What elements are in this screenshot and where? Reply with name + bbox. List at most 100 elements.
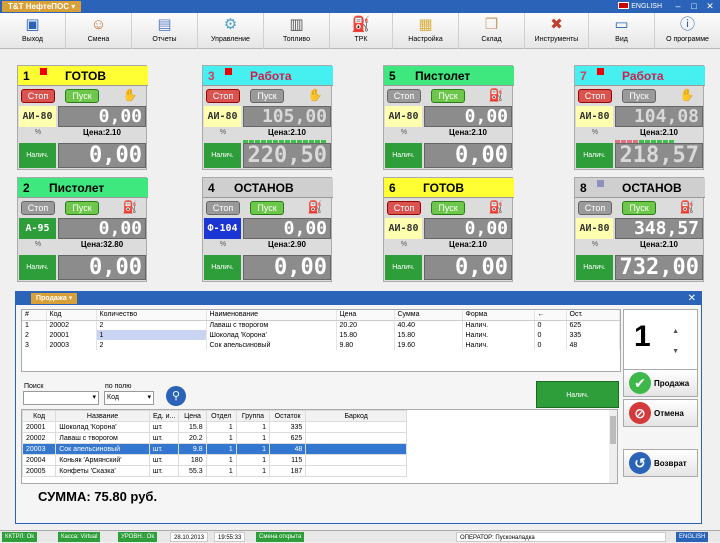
fuel-grade[interactable]: АИ-80 xyxy=(19,106,56,127)
quantity-box[interactable]: 1 ▲ ▼ xyxy=(623,309,698,372)
stop-button[interactable]: Стоп xyxy=(387,201,421,215)
col-header[interactable]: Цена xyxy=(178,410,207,422)
status-language[interactable]: ENGLISH xyxy=(676,532,709,542)
app-menu-button[interactable]: Т&Т НефтеПОС ▾ xyxy=(2,1,82,12)
pump-panel-5[interactable]: 5 Пистолет Стоп Пуск ⛽ АИ-80 0,00 % Цена:… xyxy=(383,65,514,170)
table-row[interactable]: 2 20001 1 Шоколад 'Корона' 15.80 15.80 Налич. 0… xyxy=(22,330,620,340)
search-label: Поиск xyxy=(24,383,44,390)
maximize-button[interactable]: □ xyxy=(688,1,700,12)
close-icon[interactable]: ✕ xyxy=(688,292,696,305)
start-button[interactable]: Пуск xyxy=(622,89,656,103)
col-header[interactable]: Цена xyxy=(336,310,395,321)
payment-type[interactable]: Налич. xyxy=(385,143,422,168)
field-select[interactable]: Код ▾ xyxy=(104,391,154,405)
table-row[interactable]: 1 20002 2 Лаваш с творогом 20.20 40.40 Налич. 0… xyxy=(22,320,620,330)
payment-type[interactable]: Налич. xyxy=(385,255,422,280)
table-row[interactable]: 20001 Шоколад 'Корона' шт. 15.8 1 1 335 xyxy=(22,421,407,433)
start-button[interactable]: Пуск xyxy=(431,89,465,103)
col-header[interactable]: Код xyxy=(22,410,57,422)
stop-button[interactable]: Стоп xyxy=(578,201,612,215)
start-button[interactable]: Пуск xyxy=(622,201,656,215)
minimize-button[interactable]: – xyxy=(672,1,684,12)
exit-button[interactable]: ▣ Выход xyxy=(0,13,66,49)
stop-button[interactable]: Стоп xyxy=(21,201,55,215)
col-header[interactable]: Ост. xyxy=(566,310,620,321)
col-header[interactable]: Остаток xyxy=(269,410,307,422)
pump-panel-8[interactable]: 8 ОСТАНОВ Стоп Пуск ⛽ АИ-80 348,57 % Цена… xyxy=(574,177,705,282)
fuel-grade[interactable]: АИ-80 xyxy=(385,106,422,127)
close-button[interactable]: ✕ xyxy=(704,1,716,12)
col-header[interactable]: Код xyxy=(46,310,97,321)
search-icon: ⚲ xyxy=(171,390,181,402)
start-button[interactable]: Пуск xyxy=(431,201,465,215)
col-header[interactable]: ← xyxy=(534,310,567,321)
search-input[interactable]: ▾ xyxy=(23,391,99,405)
management-button[interactable]: ⚙ Управление xyxy=(198,13,264,49)
about-button[interactable]: ⓘ О программе xyxy=(655,13,720,49)
table-row[interactable]: 20005 Конфеты 'Сказка' шт. 55.3 1 1 187 xyxy=(22,465,407,477)
cancel-button[interactable]: ⊘ Отмена xyxy=(623,399,698,427)
payment-type[interactable]: Налич. xyxy=(204,143,241,168)
fuel-button[interactable]: ▥ Топливо xyxy=(264,13,330,49)
reports-button[interactable]: ▤ Отчеты xyxy=(132,13,198,49)
dispensers-button[interactable]: ⛽ ТРК xyxy=(330,13,393,49)
receipt-grid[interactable]: # Код Количество Наименование Цена Сумма… xyxy=(21,309,621,372)
start-button[interactable]: Пуск xyxy=(65,89,99,103)
col-header[interactable]: # xyxy=(22,310,47,321)
fuel-grade[interactable]: АИ-80 xyxy=(576,106,613,127)
col-header[interactable]: Название xyxy=(55,410,150,422)
pump-panel-4[interactable]: 4 ОСТАНОВ Стоп Пуск ⛽ Ф-104 0,00 % Цена:2… xyxy=(202,177,333,282)
col-header[interactable]: Ед. и... xyxy=(148,410,180,422)
shift-button[interactable]: ☺ Смена xyxy=(66,13,132,49)
settings-button[interactable]: ▦ Настройка xyxy=(393,13,459,49)
return-button[interactable]: ↺ Возврат xyxy=(623,449,698,477)
col-header[interactable]: Форма xyxy=(462,310,535,321)
table-row[interactable]: 3 20003 2 Сок апельсиновый 9.80 19.60 Налич. 0 4… xyxy=(22,340,620,350)
stop-button[interactable]: Стоп xyxy=(387,89,421,103)
pump-panel-1[interactable]: 1 ГОТОВ Стоп Пуск ✋ АИ-80 0,00 % Цена:2.1… xyxy=(17,65,148,170)
scrollbar-thumb[interactable] xyxy=(610,416,616,444)
view-button[interactable]: ▭ Вид xyxy=(589,13,655,49)
table-row-selected[interactable]: 20003 Сок апельсиновый шт. 9.8 1 1 48 xyxy=(22,443,407,455)
payment-type[interactable]: Налич. xyxy=(19,143,56,168)
fuel-grade[interactable]: АИ-80 xyxy=(385,218,422,239)
fuel-grade[interactable]: А-95 xyxy=(19,218,56,239)
col-header[interactable]: Отдел xyxy=(205,410,237,422)
fuel-grade[interactable]: АИ-80 xyxy=(576,218,613,239)
search-button[interactable]: ⚲ xyxy=(166,386,186,406)
sale-confirm-button[interactable]: ✔ Продажа xyxy=(623,369,698,397)
tools-button[interactable]: ✖ Инструменты xyxy=(525,13,589,49)
catalog-grid[interactable]: Код Название Ед. и... Цена Отдел Группа … xyxy=(21,409,618,484)
stop-button[interactable]: Стоп xyxy=(578,89,612,103)
pump-panel-6[interactable]: 6 ГОТОВ Стоп Пуск ⛽ АИ-80 0,00 % Цена:2.1… xyxy=(383,177,514,282)
col-header[interactable]: Количество xyxy=(96,310,207,321)
payment-type[interactable]: Налич. xyxy=(576,143,613,168)
fuel-grade[interactable]: Ф-104 xyxy=(204,218,241,239)
start-button[interactable]: Пуск xyxy=(250,201,284,215)
col-header[interactable]: Группа xyxy=(235,410,271,422)
payment-type[interactable]: Налич. xyxy=(19,255,56,280)
stop-button[interactable]: Стоп xyxy=(21,89,55,103)
stop-button[interactable]: Стоп xyxy=(206,201,240,215)
payment-type[interactable]: Налич. xyxy=(204,255,241,280)
col-header[interactable]: Баркод xyxy=(305,410,407,422)
payment-type[interactable]: Налич. xyxy=(576,255,613,280)
stop-button[interactable]: Стоп xyxy=(206,89,240,103)
table-row[interactable]: 20004 Коньяк 'Армянский' шт. 180 1 1 115 xyxy=(22,454,407,466)
quantity-cell-editing[interactable]: 1 xyxy=(96,330,207,340)
quantity-spinner[interactable]: ▲ ▼ xyxy=(672,322,679,362)
pump-panel-3[interactable]: 3 Работа Стоп Пуск ✋ АИ-80 105,00 % Цена:… xyxy=(202,65,333,170)
cash-payment-button[interactable]: Налич. xyxy=(536,381,619,408)
pump-panel-7[interactable]: 7 Работа Стоп Пуск ✋ АИ-80 104,08 % Цена:… xyxy=(574,65,705,170)
start-button[interactable]: Пуск xyxy=(65,201,99,215)
start-button[interactable]: Пуск xyxy=(250,89,284,103)
col-header[interactable]: Сумма xyxy=(394,310,463,321)
catalog-scrollbar[interactable] xyxy=(609,410,617,483)
fuel-grade[interactable]: АИ-80 xyxy=(204,106,241,127)
col-header[interactable]: Наименование xyxy=(206,310,337,321)
pump-panel-2[interactable]: 2 Пистолет Стоп Пуск ⛽ А-95 0,00 % Цена:3… xyxy=(17,177,148,282)
language-indicator[interactable]: ENGLISH xyxy=(618,1,662,12)
warehouse-button[interactable]: ❒ Склад xyxy=(459,13,525,49)
sale-menu-button[interactable]: Продажа ▾ xyxy=(31,293,78,304)
table-row[interactable]: 20002 Лаваш с творогом шт. 20.2 1 1 625 xyxy=(22,432,407,444)
